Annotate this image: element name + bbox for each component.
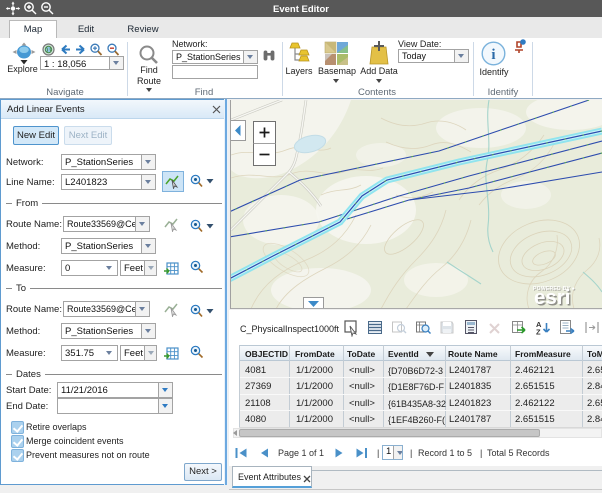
svg-text:i: i (491, 47, 495, 63)
svg-text:esri: esri (534, 286, 570, 309)
svg-text:Z: Z (536, 328, 541, 337)
